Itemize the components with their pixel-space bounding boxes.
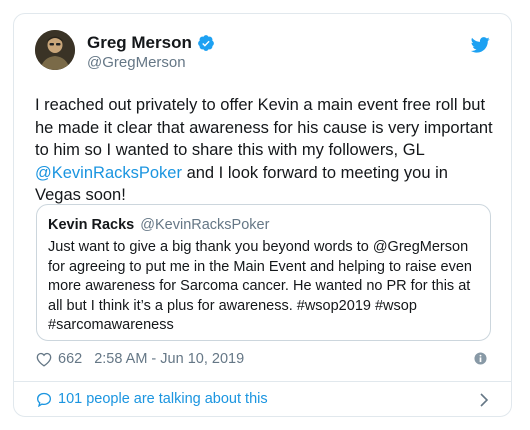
author-avatar[interactable] [35,30,75,70]
like-count[interactable]: 662 [58,351,82,367]
tweet-timestamp[interactable]: 2:58 AM - Jun 10, 2019 [94,351,244,367]
info-icon[interactable] [474,352,487,365]
author-handle[interactable]: @GregMerson [87,54,186,72]
mention-link[interactable]: @KevinRacksPoker [35,164,182,182]
chevron-right-icon[interactable] [479,392,489,408]
heart-icon[interactable] [36,352,52,367]
talking-about-link[interactable]: 101 people are talking about this [36,391,268,407]
twitter-bird-icon[interactable] [471,37,490,53]
tweet-text-part1: I reached out privately to offer Kevin a… [35,96,493,159]
quoted-tweet-text: Just want to give a big thank you beyond… [48,239,472,333]
tweet-meta: 662 2:58 AM - Jun 10, 2019 [36,351,244,367]
quoted-author-handle: @KevinRacksPoker [140,217,270,233]
verified-badge-icon [197,35,214,51]
quoted-tweet-header: Kevin Racks @KevinRacksPoker [48,216,479,234]
divider [14,381,511,382]
author-name-row: Greg Merson [87,33,215,53]
talking-about-label: 101 people are talking about this [58,391,268,407]
speech-bubble-icon [36,392,52,407]
quoted-tweet[interactable]: Kevin Racks @KevinRacksPoker Just want t… [36,204,491,341]
embedded-tweet-card: Greg Merson @GregMerson I reached out pr… [13,13,512,417]
tweet-text: I reached out privately to offer Kevin a… [35,94,497,207]
author-name[interactable]: Greg Merson [87,33,192,53]
quoted-author-name: Kevin Racks [48,217,135,233]
